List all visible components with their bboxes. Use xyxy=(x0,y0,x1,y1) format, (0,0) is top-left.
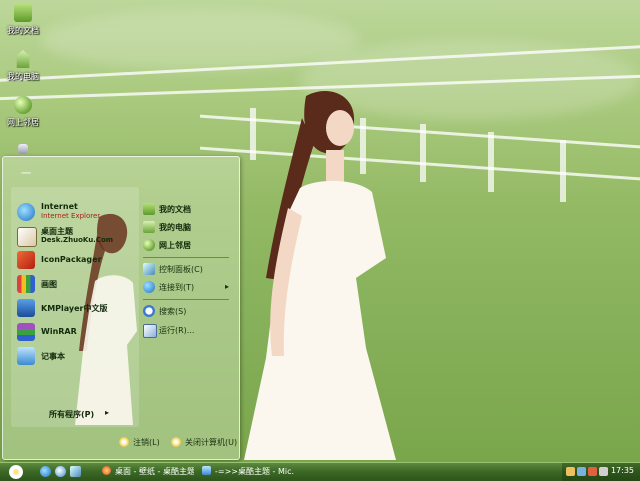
shutdown-button[interactable]: 关闭计算机(U) xyxy=(171,437,237,448)
desktop-icon-label: 网上邻居 xyxy=(7,118,39,127)
control-panel-item[interactable]: 控制面板(C) xyxy=(141,261,235,277)
place-label: 我的文档 xyxy=(159,205,191,214)
ie-icon[interactable] xyxy=(40,466,51,477)
program-iconpackager[interactable]: IconPackager xyxy=(15,249,137,271)
logoff-button[interactable]: 注销(L) xyxy=(119,437,160,448)
logoff-icon xyxy=(119,437,129,447)
shutdown-icon xyxy=(171,437,181,447)
desktop-icon-network[interactable]: 网上邻居 xyxy=(0,96,46,128)
folder-icon xyxy=(143,203,155,215)
menu-separator xyxy=(143,257,229,258)
connect-icon xyxy=(143,281,155,293)
clock: 17:35 xyxy=(610,466,634,475)
program-paint[interactable]: 画图 xyxy=(15,273,137,295)
home-icon xyxy=(143,221,155,233)
program-title: KMPlayer中文版 xyxy=(41,304,108,313)
paint-icon xyxy=(17,275,35,293)
control-panel-icon xyxy=(143,263,155,275)
program-subtitle: Desk.ZhuoKu.Com xyxy=(41,236,114,244)
place-my-computer[interactable]: 我的电脑 xyxy=(141,219,235,235)
search-icon xyxy=(143,305,155,317)
volume-icon[interactable] xyxy=(566,467,575,476)
recycle-bin-icon xyxy=(18,144,28,154)
desktop-icon-my-documents[interactable]: 我的文档 xyxy=(0,4,46,36)
menu-item-label: 运行(R)... xyxy=(159,326,195,335)
menu-item-label: 搜索(S) xyxy=(159,307,187,316)
place-my-documents[interactable]: 我的文档 xyxy=(141,201,235,217)
program-title: IconPackager xyxy=(41,255,102,264)
power-bar: 注销(L) 关闭计算机(U) xyxy=(111,433,239,455)
connect-to-item[interactable]: 连接到(T) ▸ xyxy=(141,279,235,295)
internet-explorer-icon xyxy=(17,203,35,221)
program-title: 画图 xyxy=(41,280,57,289)
desktop-icon-recycle-bin[interactable] xyxy=(0,144,46,154)
user-name: 一 xyxy=(21,169,31,180)
taskbar: 桌面 - 壁纸 - 桌酷主题 ... -=>>桌酷主题 - Mic... 17:… xyxy=(0,462,640,481)
shutdown-label: 关闭计算机(U) xyxy=(185,438,238,447)
start-button[interactable] xyxy=(4,463,26,481)
taskbar-button-browser[interactable]: 桌面 - 壁纸 - 桌酷主题 ... xyxy=(102,465,194,479)
start-flower-icon xyxy=(9,465,23,479)
menu-item-label: 控制面板(C) xyxy=(159,265,203,274)
place-label: 我的电脑 xyxy=(159,223,191,232)
ime-icon[interactable] xyxy=(599,467,608,476)
program-desk-theme[interactable]: 桌面主题 Desk.ZhuoKu.Com xyxy=(15,225,137,247)
desktop-icon-label: 我的电脑 xyxy=(7,72,39,81)
browser-icon[interactable] xyxy=(55,466,66,477)
programs-pane: Internet Internet Explorer 桌面主题 Desk.Zhu… xyxy=(11,187,139,427)
desktop-icon-label: 我的文档 xyxy=(7,26,39,35)
browser-task-icon xyxy=(102,466,111,475)
program-internet-explorer[interactable]: Internet Internet Explorer xyxy=(15,201,137,223)
menu-item-label: 连接到(T) xyxy=(159,283,195,292)
user-pane: 一 xyxy=(9,163,139,185)
globe-icon xyxy=(143,239,155,251)
program-notepad[interactable]: 记事本 xyxy=(15,345,137,367)
arrow-right-icon: ▸ xyxy=(105,408,110,417)
home-icon xyxy=(14,50,32,68)
menu-separator xyxy=(143,299,229,300)
place-label: 网上邻居 xyxy=(159,241,191,250)
desk-theme-icon xyxy=(17,227,37,247)
desktop-icon-my-computer[interactable]: 我的电脑 xyxy=(0,50,46,82)
program-winrar[interactable]: WinRAR xyxy=(15,321,137,343)
iconpackager-icon xyxy=(17,251,35,269)
kmplayer-icon xyxy=(17,299,35,317)
shield-icon[interactable] xyxy=(588,467,597,476)
wallpaper-figure xyxy=(244,91,396,461)
run-item[interactable]: 运行(R)... xyxy=(141,322,235,338)
notepad-icon xyxy=(17,347,35,365)
task-label: 桌面 - 壁纸 - 桌酷主题 ... xyxy=(115,467,194,476)
program-title: WinRAR xyxy=(41,327,77,336)
place-network[interactable]: 网上邻居 xyxy=(141,237,235,253)
program-title: Internet xyxy=(41,202,78,211)
all-programs-button[interactable]: 所有程序(P) xyxy=(49,409,94,420)
logoff-label: 注销(L) xyxy=(133,438,160,447)
show-desktop-icon[interactable] xyxy=(70,466,81,477)
program-subtitle: Internet Explorer xyxy=(41,212,101,220)
window-task-icon xyxy=(202,466,211,475)
task-label: -=>>桌酷主题 - Mic... xyxy=(215,467,294,476)
network-icon[interactable] xyxy=(577,467,586,476)
winrar-icon xyxy=(17,323,35,341)
start-menu: 一 Internet Internet Explorer 桌面主题 Desk.Z… xyxy=(2,156,240,460)
program-kmplayer[interactable]: KMPlayer中文版 xyxy=(15,297,137,319)
globe-icon xyxy=(14,96,32,114)
arrow-right-icon: ▸ xyxy=(224,282,229,291)
run-icon xyxy=(143,324,157,338)
taskbar-button-window[interactable]: -=>>桌酷主题 - Mic... xyxy=(202,465,294,479)
system-tray: 17:35 xyxy=(562,463,640,481)
program-title: 记事本 xyxy=(41,352,65,361)
folder-icon xyxy=(14,4,32,22)
search-item[interactable]: 搜索(S) xyxy=(141,303,235,319)
